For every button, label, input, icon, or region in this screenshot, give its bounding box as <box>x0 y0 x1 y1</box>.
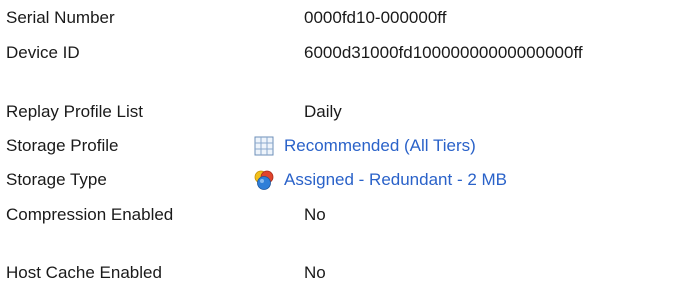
storage-profile-label: Storage Profile <box>6 136 119 155</box>
storage-type-globe-icon <box>254 170 274 190</box>
host-cache-enabled-value: No <box>304 263 326 282</box>
replay-profile-list-value: Daily <box>304 102 342 121</box>
storage-type-value[interactable]: Assigned - Redundant - 2 MB <box>254 166 507 194</box>
serial-number-row: Serial Number 0000fd10-000000ff <box>0 4 699 32</box>
device-id-label: Device ID <box>6 43 80 62</box>
replay-profile-list-row: Replay Profile List Daily <box>0 98 699 126</box>
storage-profile-link[interactable]: Recommended (All Tiers) <box>284 132 476 160</box>
storage-profile-row: Storage Profile Recommended (All Tiers) <box>0 132 699 160</box>
serial-number-label: Serial Number <box>6 8 115 27</box>
storage-profile-grid-icon <box>254 136 274 156</box>
storage-type-row: Storage Type Assigned - Redundant - 2 MB <box>0 166 699 194</box>
serial-number-value: 0000fd10-000000ff <box>304 8 447 27</box>
compression-enabled-row: Compression Enabled No <box>0 201 699 229</box>
storage-type-label: Storage Type <box>6 170 107 189</box>
compression-enabled-value: No <box>304 205 326 224</box>
device-id-row: Device ID 6000d31000fd10000000000000000f… <box>0 39 699 67</box>
storage-type-link[interactable]: Assigned - Redundant - 2 MB <box>284 166 507 194</box>
storage-profile-value[interactable]: Recommended (All Tiers) <box>254 132 476 160</box>
device-id-value: 6000d31000fd10000000000000000ff <box>304 43 583 62</box>
replay-profile-list-label: Replay Profile List <box>6 102 144 121</box>
host-cache-enabled-label: Host Cache Enabled <box>6 263 162 282</box>
host-cache-enabled-row: Host Cache Enabled No <box>0 259 699 287</box>
compression-enabled-label: Compression Enabled <box>6 205 174 224</box>
